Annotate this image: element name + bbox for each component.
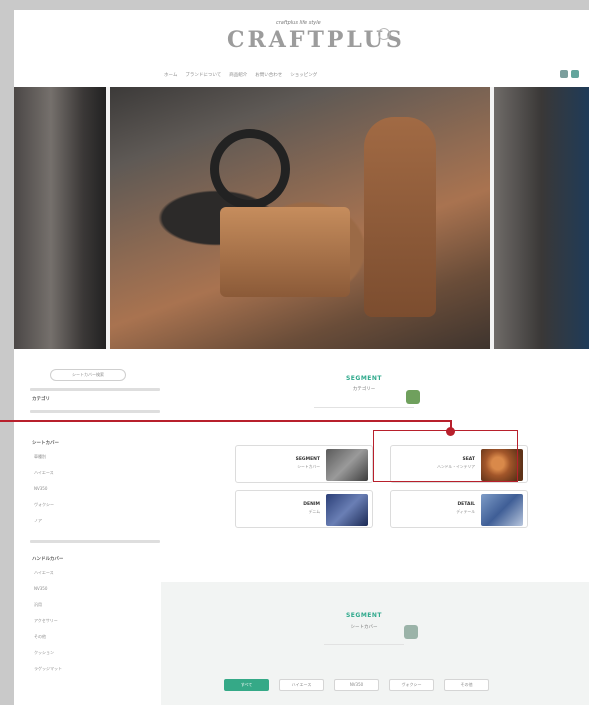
tab-nv350[interactable]: NV350: [334, 679, 379, 691]
sidebar-search-button[interactable]: シートカバー検索: [50, 369, 126, 381]
callout-line: [0, 420, 451, 422]
sidebar-heading-category: カテゴリ: [32, 397, 50, 402]
tab-other[interactable]: その他: [444, 679, 489, 691]
sidebar-divider: [30, 388, 160, 391]
sidebar-item[interactable]: クッション: [34, 650, 54, 656]
nav-item-contact[interactable]: お問い合わせ: [255, 71, 282, 81]
plant-icon: [406, 390, 420, 404]
sidebar-item[interactable]: NV350: [34, 586, 47, 591]
sidebar-item[interactable]: ノア: [34, 518, 42, 524]
sidebar-item[interactable]: 車種別: [34, 454, 46, 460]
nav-item-home[interactable]: ホーム: [164, 71, 177, 81]
sidebar-item[interactable]: ヴォクシー: [34, 502, 54, 508]
section-divider: [324, 644, 404, 645]
console-image: [220, 207, 350, 297]
main-nav: ホーム ブランドについて 商品紹介 お問い合わせ ショッピング: [164, 71, 317, 81]
website-frame: craftplus life style CRAFTPLUS ホーム ブランドに…: [14, 10, 589, 705]
card-title-en: DETAIL: [457, 502, 475, 507]
nav-item-products[interactable]: 商品紹介: [229, 71, 247, 81]
section-title-jp: シートカバー: [350, 625, 378, 630]
tab-voxy[interactable]: ヴォクシー: [389, 679, 434, 691]
sidebar-item[interactable]: ラゲッジマット: [34, 666, 62, 672]
section-title-en: SEGMENT: [345, 375, 383, 382]
card-thumbnail: [326, 494, 368, 526]
sidebar-divider: [30, 540, 160, 543]
card-title-jp: デニム: [308, 509, 320, 514]
sidebar-item[interactable]: ハイエース: [34, 470, 54, 476]
category-card[interactable]: SEGMENT シートカバー: [235, 445, 373, 483]
sidebar-search-button-label: シートカバー検索: [72, 372, 104, 377]
sidebar-item[interactable]: アクセサリー: [34, 618, 58, 624]
card-thumbnail: [326, 449, 368, 481]
hero-slide-current[interactable]: [110, 87, 490, 349]
seat-image: [364, 117, 436, 317]
section-title-jp: カテゴリー: [352, 387, 376, 392]
logo-mark-icon: [378, 28, 390, 40]
card-title-jp: シートカバー: [297, 464, 320, 469]
sidebar-divider: [30, 410, 160, 413]
tab-all[interactable]: すべて: [224, 679, 269, 691]
section-divider: [314, 407, 414, 408]
seat-icon: [404, 625, 418, 639]
callout-highlight-box: [373, 430, 518, 482]
sidebar-heading-seatcover: シートカバー: [32, 441, 59, 446]
category-card[interactable]: DENIM デニム: [235, 490, 373, 528]
nav-item-brand[interactable]: ブランドについて: [185, 71, 221, 81]
section-title-en: SEGMENT: [345, 612, 383, 619]
sidebar-heading-handlecover: ハンドルカバー: [32, 557, 64, 562]
hero-slider[interactable]: [14, 87, 589, 349]
sidebar-item[interactable]: 汎用: [34, 602, 42, 608]
sidebar-item[interactable]: その他: [34, 634, 46, 640]
category-card[interactable]: DETAIL ディテール: [390, 490, 528, 528]
sidebar-item[interactable]: ハイエース: [34, 570, 54, 576]
card-title-en: DENIM: [303, 502, 320, 507]
hero-slide-previous[interactable]: [14, 87, 106, 349]
card-title-en: SEGMENT: [295, 457, 320, 462]
card-title-jp: ディテール: [456, 509, 475, 514]
filter-tabs: すべて ハイエース NV350 ヴォクシー その他: [224, 679, 489, 691]
logo-tagline: craftplus life style: [276, 20, 321, 26]
user-icon[interactable]: [571, 70, 579, 78]
hero-slide-next[interactable]: [494, 87, 589, 349]
card-thumbnail: [481, 494, 523, 526]
sidebar-item[interactable]: NV350: [34, 486, 47, 491]
steering-wheel-image: [210, 129, 290, 209]
cart-icon[interactable]: [560, 70, 568, 78]
nav-item-shopping[interactable]: ショッピング: [290, 71, 317, 81]
tab-hiace[interactable]: ハイエース: [279, 679, 324, 691]
